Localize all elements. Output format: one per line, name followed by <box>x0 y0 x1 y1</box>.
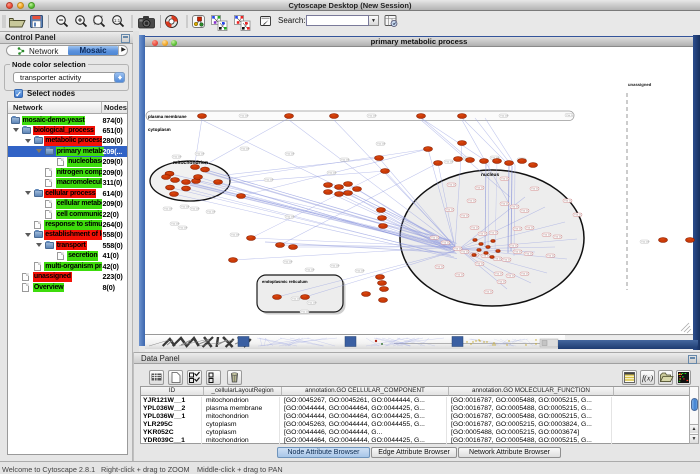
svg-text:Yxx 1C: Yxx 1C <box>501 203 509 206</box>
svg-text:Yxx 1W: Yxx 1W <box>641 241 650 244</box>
svg-text:Yxx 1C: Yxx 1C <box>531 188 539 191</box>
svg-text:Yxx 1C: Yxx 1C <box>461 251 469 254</box>
svg-text:Yxx 1C: Yxx 1C <box>525 253 533 256</box>
svg-text:Yxx 1W: Yxx 1W <box>500 115 509 118</box>
svg-text:Yxx 1W: Yxx 1W <box>265 179 274 182</box>
svg-text:Yxx 1C: Yxx 1C <box>510 245 518 248</box>
svg-text:Yxx 1C: Yxx 1C <box>495 273 503 276</box>
svg-text:Yxx 1W: Yxx 1W <box>171 223 180 226</box>
svg-text:Yxx 1C: Yxx 1C <box>436 266 444 269</box>
svg-text:Yxx 1C: Yxx 1C <box>547 255 555 258</box>
svg-text:Yxx 1C: Yxx 1C <box>482 255 490 258</box>
svg-text:Yxx 1W: Yxx 1W <box>566 114 575 117</box>
svg-text:Yxx 1C: Yxx 1C <box>514 228 522 231</box>
svg-text:Yxx 1W: Yxx 1W <box>241 148 250 151</box>
svg-text:Yxx 1W: Yxx 1W <box>231 234 240 237</box>
svg-text:Yxx 1C: Yxx 1C <box>479 233 487 236</box>
svg-text:Yxx 1C: Yxx 1C <box>461 215 469 218</box>
svg-text:Yxx 1C: Yxx 1C <box>501 178 509 181</box>
svg-text:Yxx 1W: Yxx 1W <box>377 143 386 146</box>
svg-text:nucleus: nucleus <box>481 172 499 178</box>
svg-text:Yxx 1C: Yxx 1C <box>476 263 484 266</box>
svg-text:Yxx 1C: Yxx 1C <box>471 227 479 230</box>
svg-text:Yxx 1W: Yxx 1W <box>286 216 295 219</box>
svg-text:Yxx 1C: Yxx 1C <box>507 275 515 278</box>
svg-text:Yxx 1W: Yxx 1W <box>445 161 454 164</box>
svg-text:cytoplasm: cytoplasm <box>148 127 171 132</box>
svg-text:Yxx 1C: Yxx 1C <box>448 184 456 187</box>
svg-text:Yxx 1W: Yxx 1W <box>328 172 337 175</box>
svg-text:unassigned: unassigned <box>628 82 651 87</box>
svg-text:Yxx 1C: Yxx 1C <box>574 214 582 217</box>
svg-text:Yxx 1W: Yxx 1W <box>179 227 188 230</box>
svg-text:Yxx 1W: Yxx 1W <box>240 115 249 118</box>
svg-text:Yxx 1W: Yxx 1W <box>301 311 310 314</box>
svg-text:Yxx 1W: Yxx 1W <box>164 208 173 211</box>
svg-text:Yxx 1C: Yxx 1C <box>526 227 534 230</box>
svg-text:Yxx 1C: Yxx 1C <box>511 206 519 209</box>
svg-text:Yxx 1W: Yxx 1W <box>341 159 350 162</box>
svg-text:Yxx 1C: Yxx 1C <box>490 232 498 235</box>
svg-text:Yxx 1C: Yxx 1C <box>564 200 572 203</box>
svg-text:endoplasmic reticulum: endoplasmic reticulum <box>262 279 308 284</box>
svg-text:Yxx 1C: Yxx 1C <box>446 209 454 212</box>
svg-text:Yxx 1C: Yxx 1C <box>494 258 502 261</box>
svg-text:Yxx 1C: Yxx 1C <box>514 251 522 254</box>
svg-text:Yxx 1C: Yxx 1C <box>485 291 493 294</box>
svg-text:Yxx 1C: Yxx 1C <box>521 273 529 276</box>
svg-text:Yxx 1W: Yxx 1W <box>331 265 340 268</box>
svg-text:Yxx 1W: Yxx 1W <box>191 208 200 211</box>
svg-text:Yxx 1W: Yxx 1W <box>292 298 301 301</box>
svg-text:Yxx 1C: Yxx 1C <box>456 274 464 277</box>
svg-text:Yxx 1C: Yxx 1C <box>431 237 439 240</box>
svg-text:Yxx 1C: Yxx 1C <box>498 281 506 284</box>
svg-text:Yxx 1W: Yxx 1W <box>368 115 377 118</box>
svg-text:Yxx 1W: Yxx 1W <box>286 153 295 156</box>
svg-text:plasma membrane: plasma membrane <box>148 114 187 119</box>
svg-text:f(x): f(x) <box>642 374 653 383</box>
svg-text:Yxx 1W: Yxx 1W <box>173 156 182 159</box>
svg-text:Yxx 1C: Yxx 1C <box>554 236 562 239</box>
svg-text:Yxx 1W: Yxx 1W <box>284 261 293 264</box>
svg-text:Yxx 1W: Yxx 1W <box>356 270 365 273</box>
svg-text:Yxx 1C: Yxx 1C <box>476 187 484 190</box>
svg-text:1:1: 1:1 <box>114 18 121 23</box>
svg-text:Yxx 1W: Yxx 1W <box>196 153 205 156</box>
svg-text:Yxx 1C: Yxx 1C <box>503 259 511 262</box>
svg-text:mitochondrion: mitochondrion <box>173 160 208 166</box>
svg-text:Yxx 1C: Yxx 1C <box>521 210 529 213</box>
svg-text:Yxx 1C: Yxx 1C <box>468 200 476 203</box>
svg-text:Yxx 1C: Yxx 1C <box>442 242 450 245</box>
svg-text:Yxx 1W: Yxx 1W <box>207 211 216 214</box>
svg-text:Yxx 1W: Yxx 1W <box>308 302 317 305</box>
svg-text:Yxx 1W: Yxx 1W <box>306 269 315 272</box>
svg-text:Yxx 1C: Yxx 1C <box>543 234 551 237</box>
svg-text:Yxx 1W: Yxx 1W <box>181 206 190 209</box>
